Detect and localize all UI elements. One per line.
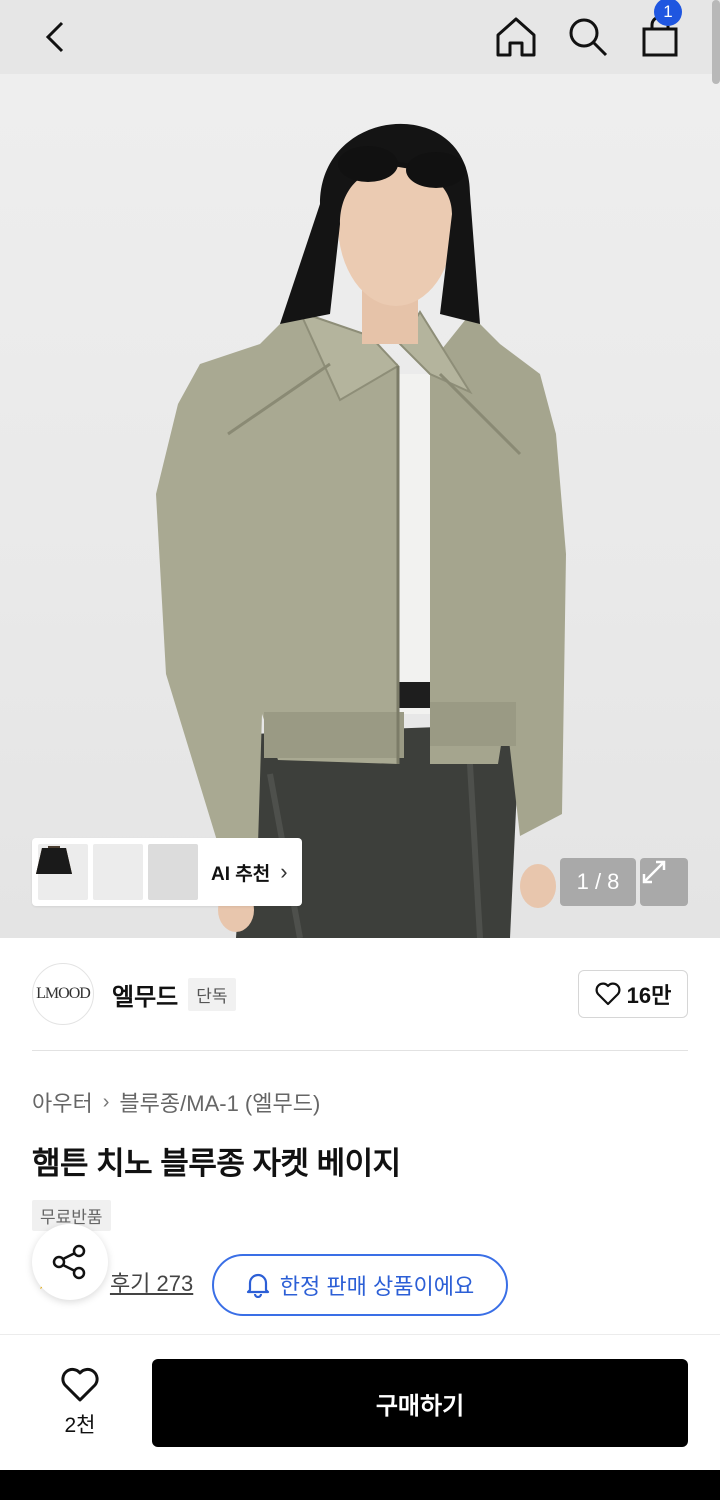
brand-like-button[interactable]: 16만	[578, 970, 688, 1018]
ai-recommend-label: AI 추천	[211, 863, 271, 885]
brand-name[interactable]: 엘무드	[112, 977, 178, 1012]
product-title: 햄튼 치노 블루종 자켓 베이지	[32, 1146, 401, 1181]
heart-icon	[61, 1367, 99, 1402]
brand-like-count: 16만	[626, 983, 672, 1008]
chevron-left-icon	[45, 21, 64, 53]
bottom-action-bar: 2천 구매하기	[0, 1334, 720, 1470]
expand-image-button[interactable]	[640, 858, 688, 906]
share-button[interactable]	[32, 1224, 108, 1300]
black-jacket-thumb[interactable]	[36, 844, 198, 900]
share-icon	[52, 1244, 86, 1280]
brand-row: LMOOD 엘무드 단독 16만	[32, 962, 688, 1026]
image-page-counter: 1 / 8	[560, 858, 636, 906]
product-photo	[156, 123, 566, 938]
buy-button[interactable]: 구매하기	[152, 1359, 688, 1447]
breadcrumb-item-outer[interactable]: 아우터	[32, 1086, 93, 1118]
breadcrumb-separator-icon: ›	[102, 1090, 110, 1113]
heart-icon	[595, 982, 621, 1006]
home-icon	[496, 17, 536, 57]
system-navigation-bar	[0, 1470, 720, 1500]
chevron-right-icon: ›	[280, 859, 288, 884]
bell-icon	[246, 1273, 269, 1298]
search-icon	[569, 18, 608, 57]
limited-sale-text: 한정 판매 상품이에요	[279, 1274, 475, 1299]
back-button[interactable]	[28, 0, 84, 74]
top-navigation-bar: 1	[0, 0, 720, 74]
expand-icon	[642, 860, 666, 884]
ai-recommend-button[interactable]: AI 추천 ›	[32, 838, 302, 906]
tan-jacket-thumb[interactable]	[36, 844, 143, 900]
jacket-icon	[36, 848, 72, 874]
product-image[interactable]: AI 추천 › 1 / 8	[0, 74, 720, 938]
cart-button[interactable]: 1	[632, 0, 688, 74]
wishlist-button[interactable]: 2천	[40, 1363, 120, 1443]
scrollbar[interactable]	[712, 0, 720, 84]
limited-sale-notice: 한정 판매 상품이에요	[212, 1254, 508, 1316]
breadcrumb: 아우터 › 블루종/MA-1 (엘무드)	[32, 1086, 320, 1118]
exclusive-tag: 단독	[188, 977, 236, 1011]
home-button[interactable]	[488, 0, 544, 74]
divider	[32, 1050, 688, 1051]
brand-logo[interactable]: LMOOD	[32, 963, 94, 1025]
review-link[interactable]: 후기 273	[110, 1266, 193, 1298]
search-button[interactable]	[560, 0, 616, 74]
breadcrumb-item-category[interactable]: 블루종/MA-1 (엘무드)	[119, 1086, 320, 1118]
wishlist-count: 2천	[64, 1414, 96, 1437]
